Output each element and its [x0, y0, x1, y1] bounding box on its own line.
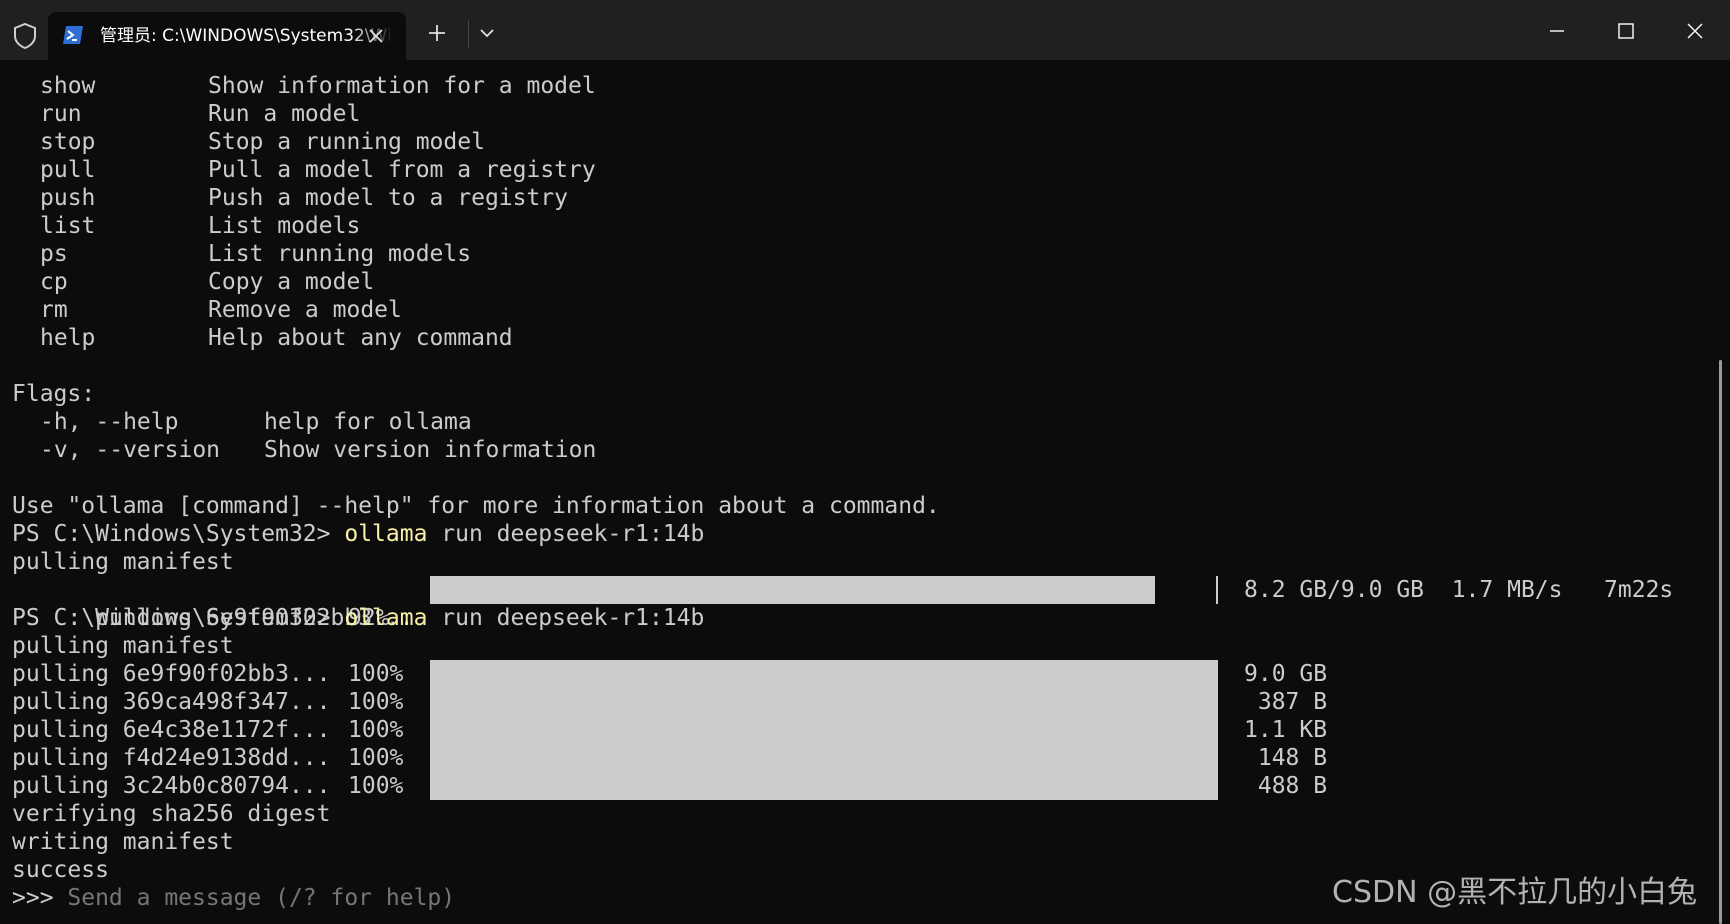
- command-name: rm: [40, 297, 68, 323]
- pull-stats: 8.2 GB/9.0 GB 1.7 MB/s 7m22s: [1244, 577, 1674, 603]
- terminal-output[interactable]: show Show information for a model run Run …: [12, 72, 1712, 924]
- title-bar: 管理员: C:\WINDOWS\System32\WindowsPowerShe…: [0, 0, 1730, 60]
- progress-bar: [430, 716, 1218, 744]
- shield-icon: [12, 22, 38, 50]
- close-icon: [1687, 23, 1703, 39]
- flag-desc: Show version information: [264, 437, 597, 463]
- command-desc: Copy a model: [208, 269, 375, 295]
- command-name: list: [40, 213, 96, 239]
- layer-label: pulling 6e4c38e1172f...: [12, 717, 331, 743]
- layer-percent: 100%: [348, 773, 404, 799]
- tab-title: 管理员: C:\WINDOWS\System32\WindowsPowerShe…: [100, 26, 394, 46]
- command-name: pull: [40, 157, 96, 183]
- terminal-window: 管理员: C:\WINDOWS\System32\WindowsPowerShe…: [0, 0, 1730, 924]
- tab-powershell[interactable]: 管理员: C:\WINDOWS\System32\WindowsPowerShe…: [48, 12, 406, 60]
- flag-desc: help for ollama: [264, 409, 472, 435]
- layer-row: pulling 6e9f90f02bb3... 100%: [12, 660, 403, 688]
- status-line: pulling manifest: [12, 549, 234, 575]
- layer-label: pulling 369ca498f347...: [12, 689, 331, 715]
- command-desc: Remove a model: [208, 297, 402, 323]
- command-desc: Help about any command: [208, 325, 513, 351]
- prompt-line: PS C:\Windows\System32> ollama run deeps…: [12, 604, 704, 632]
- watermark: CSDN @黑不拉几的小白兔: [1332, 875, 1698, 910]
- close-tab-icon[interactable]: [366, 26, 386, 46]
- chevron-down-icon[interactable]: [476, 22, 498, 44]
- layer-size: 488 B: [1244, 773, 1328, 799]
- command-desc: Run a model: [208, 101, 361, 127]
- command-name: stop: [40, 129, 96, 155]
- command-desc: Show information for a model: [208, 73, 596, 99]
- layer-row: pulling f4d24e9138dd... 100%: [12, 744, 403, 772]
- layer-percent: 100%: [348, 717, 404, 743]
- chat-placeholder[interactable]: Send a message (/? for help): [67, 885, 455, 911]
- layer-row: pulling 6e4c38e1172f... 100%: [12, 716, 403, 744]
- status-line: writing manifest: [12, 829, 234, 855]
- command-name: push: [40, 185, 96, 211]
- command-name: ps: [40, 241, 68, 267]
- minimize-icon: [1550, 30, 1564, 32]
- prompt-line: PS C:\Windows\System32> ollama run deeps…: [12, 520, 704, 548]
- command-args: run deepseek-r1:14b: [427, 521, 705, 547]
- progress-bar: [430, 688, 1218, 716]
- powershell-icon: [62, 25, 84, 45]
- prompt: PS C:\Windows\System32>: [12, 605, 345, 631]
- command-args: run deepseek-r1:14b: [427, 605, 705, 631]
- pull-progress-row: pulling 6e9f90f02bb3... 92%: [12, 576, 414, 631]
- command-desc: List running models: [208, 241, 472, 267]
- progress-bar: [430, 772, 1218, 800]
- close-window-button[interactable]: [1675, 14, 1715, 48]
- command-word: ollama: [344, 605, 428, 631]
- flag-name: -v, --version: [40, 437, 221, 463]
- layer-size: 387 B: [1244, 689, 1328, 715]
- status-line: pulling manifest: [12, 633, 234, 659]
- layer-label: pulling 6e9f90f02bb3...: [12, 661, 331, 687]
- chat-input-line[interactable]: >>> Send a message (/? for help): [12, 884, 455, 912]
- layer-label: pulling f4d24e9138dd...: [12, 745, 331, 771]
- layer-size: 148 B: [1244, 745, 1328, 771]
- progress-bar: [430, 744, 1218, 772]
- maximize-icon: [1618, 23, 1634, 39]
- command-desc: Pull a model from a registry: [208, 157, 596, 183]
- command-name: help: [40, 325, 96, 351]
- usage-hint: Use "ollama [command] --help" for more i…: [12, 493, 940, 519]
- maximize-button[interactable]: [1606, 14, 1646, 48]
- progress-bar: [430, 660, 1218, 688]
- command-name: cp: [40, 269, 68, 295]
- layer-percent: 100%: [348, 661, 404, 687]
- chat-prompt: >>>: [12, 885, 68, 911]
- command-desc: List models: [208, 213, 361, 239]
- layer-size: 1.1 KB: [1244, 717, 1328, 743]
- layer-row: pulling 3c24b0c80794... 100%: [12, 772, 403, 800]
- command-word: ollama: [344, 521, 428, 547]
- layer-label: pulling 3c24b0c80794...: [12, 773, 331, 799]
- flags-header: Flags:: [12, 381, 96, 407]
- command-desc: Push a model to a registry: [208, 185, 569, 211]
- minimize-button[interactable]: [1537, 14, 1577, 48]
- status-line: success: [12, 857, 109, 883]
- layer-percent: 100%: [348, 689, 404, 715]
- command-desc: Stop a running model: [208, 129, 485, 155]
- layer-size: 9.0 GB: [1244, 661, 1328, 687]
- prompt: PS C:\Windows\System32>: [12, 521, 345, 547]
- flag-name: -h, --help: [40, 409, 179, 435]
- progress-bar-end: [1216, 576, 1218, 604]
- scrollbar[interactable]: [1719, 360, 1722, 924]
- new-tab-icon[interactable]: [426, 22, 448, 44]
- layer-row: pulling 369ca498f347... 100%: [12, 688, 403, 716]
- layer-percent: 100%: [348, 745, 404, 771]
- command-name: show: [40, 73, 96, 99]
- command-name: run: [40, 101, 82, 127]
- status-line: verifying sha256 digest: [12, 801, 331, 827]
- progress-bar: [430, 576, 1155, 604]
- titlebar-divider: [468, 20, 469, 48]
